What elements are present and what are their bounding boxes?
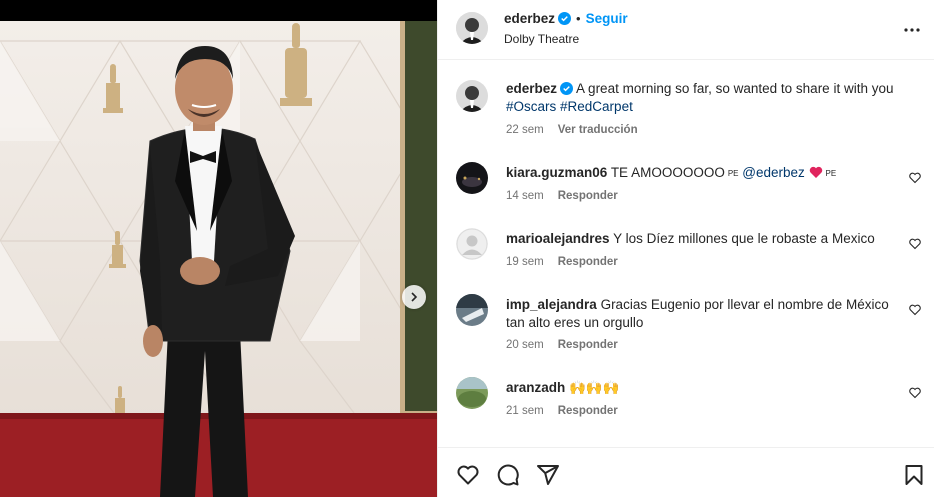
more-options-icon[interactable] [903, 21, 921, 39]
comment-username[interactable]: aranzadh [506, 380, 565, 395]
chevron-right-icon [411, 292, 418, 302]
comment-text: TE AMOOOOOOO [610, 165, 725, 180]
comment-meta: 14 sem Responder [506, 190, 618, 202]
separator-dot: • [576, 11, 581, 26]
flag-label: PE [825, 169, 837, 178]
avatar-image [456, 294, 488, 326]
like-comment-heart-icon[interactable] [909, 172, 921, 184]
comment-time[interactable]: 14 sem [506, 190, 544, 202]
avatar-image [456, 12, 488, 44]
share-icon[interactable] [536, 463, 560, 487]
post-action-bar [438, 447, 934, 497]
comment-text: 🙌🙌🙌 [569, 380, 620, 395]
comment-text-block: imp_alejandra Gracias Eugenio por llevar… [506, 296, 906, 332]
flag-label: PE [727, 169, 739, 178]
caption-meta: 22 sem Ver traducción [506, 124, 638, 136]
header-user-line: ederbez • Seguir [504, 11, 628, 26]
comment-meta: 20 sem Responder [506, 339, 618, 351]
reply-button[interactable]: Responder [558, 405, 618, 417]
carousel-next-button[interactable] [402, 285, 426, 309]
photo-image [0, 21, 437, 497]
post-sidebar: ederbez • Seguir Dolby Theatre ederbez A g… [437, 0, 934, 497]
commenter-avatar[interactable] [456, 162, 488, 194]
post-header: ederbez • Seguir Dolby Theatre [438, 0, 934, 60]
comment-time[interactable]: 21 sem [506, 405, 544, 417]
reply-button[interactable]: Responder [558, 256, 618, 268]
commenter-avatar[interactable] [456, 228, 488, 260]
comment-username[interactable]: imp_alejandra [506, 297, 597, 312]
reply-button[interactable]: Responder [558, 190, 618, 202]
commenter-avatar[interactable] [456, 294, 488, 326]
avatar-image [456, 377, 488, 409]
avatar-image [456, 162, 488, 194]
post-photo[interactable] [0, 0, 437, 497]
caption-username[interactable]: ederbez [506, 81, 557, 96]
author-username[interactable]: ederbez [504, 11, 555, 26]
comment-text-block: marioalejandres Y los Díez millones que … [506, 230, 906, 248]
heart-icon[interactable] [456, 463, 480, 487]
caption-text: A great morning so far, so wanted to sha… [576, 81, 894, 96]
caption-avatar[interactable] [456, 80, 488, 112]
caption-text-block: ederbez A great morning so far, so wante… [506, 80, 906, 116]
comment-text-block: aranzadh 🙌🙌🙌 [506, 379, 906, 397]
comment-time[interactable]: 19 sem [506, 256, 544, 268]
like-comment-heart-icon[interactable] [909, 387, 921, 399]
comment-meta: 21 sem Responder [506, 405, 618, 417]
reply-button[interactable]: Responder [558, 339, 618, 351]
bookmark-icon[interactable] [902, 463, 926, 487]
translate-button[interactable]: Ver traducción [558, 124, 638, 136]
commenter-avatar[interactable] [456, 377, 488, 409]
avatar-image [456, 80, 488, 112]
verified-badge-icon [558, 12, 572, 25]
comment-icon[interactable] [496, 463, 520, 487]
red-heart-emoji-icon [809, 166, 822, 178]
red-carpet-scene [0, 21, 437, 497]
follow-button[interactable]: Seguir [586, 11, 628, 26]
comment-meta: 19 sem Responder [506, 256, 618, 268]
like-comment-heart-icon[interactable] [909, 304, 921, 316]
comment-time[interactable]: 20 sem [506, 339, 544, 351]
comment-username[interactable]: marioalejandres [506, 231, 610, 246]
verified-badge-icon [560, 82, 574, 95]
comment-username[interactable]: kiara.guzman06 [506, 165, 607, 180]
post-location[interactable]: Dolby Theatre [504, 32, 579, 46]
like-comment-heart-icon[interactable] [909, 238, 921, 250]
author-avatar[interactable] [456, 12, 488, 44]
default-avatar-icon [456, 228, 488, 260]
mention-link[interactable]: @ederbez [742, 165, 805, 180]
comment-text-block: kiara.guzman06 TE AMOOOOOOO PE @ederbez P… [506, 164, 906, 183]
hashtag-redcarpet[interactable]: #RedCarpet [560, 99, 633, 114]
caption-time[interactable]: 22 sem [506, 124, 544, 136]
hashtag-oscars[interactable]: #Oscars [506, 99, 556, 114]
comment-text: Y los Díez millones que le robaste a Mex… [613, 231, 875, 246]
